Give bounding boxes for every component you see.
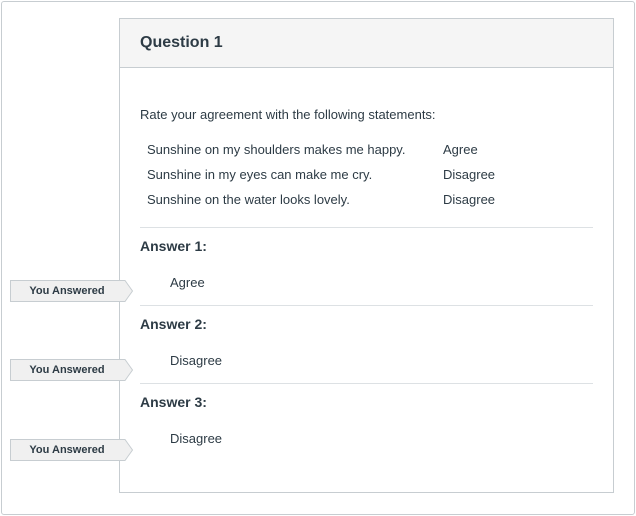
question-title: Question 1 xyxy=(140,34,223,51)
statement-row: Sunshine in my eyes can make me cry. Dis… xyxy=(147,167,593,192)
statement-row: Sunshine on my shoulders makes me happy.… xyxy=(147,142,593,167)
answer-value: Agree xyxy=(170,275,205,290)
you-answered-badge: You Answered xyxy=(29,364,105,376)
answer-block-3: Answer 3: Disagree xyxy=(140,384,593,446)
statement-value: Disagree xyxy=(443,192,496,207)
answer-block-1: Answer 1: Agree xyxy=(140,228,593,290)
statement-value: Agree xyxy=(443,142,478,157)
statement-list: Sunshine on my shoulders makes me happy.… xyxy=(140,142,593,217)
question-prompt: Rate your agreement with the following s… xyxy=(140,107,436,122)
answer-value: Disagree xyxy=(170,353,223,368)
answer-title: Answer 2: xyxy=(140,316,207,332)
question-body: Rate your agreement with the following s… xyxy=(120,68,613,446)
you-answered-badge: You Answered xyxy=(29,285,105,297)
statement-text: Sunshine on the water looks lovely. xyxy=(147,192,350,207)
answer-title: Answer 1: xyxy=(140,238,207,254)
answer-value: Disagree xyxy=(170,431,223,446)
question-card: Question 1 Rate your agreement with the … xyxy=(119,18,614,493)
answer-title: Answer 3: xyxy=(140,394,207,410)
statement-value: Disagree xyxy=(443,167,496,182)
answer-block-2: Answer 2: Disagree xyxy=(140,306,593,368)
statement-text: Sunshine on my shoulders makes me happy. xyxy=(147,142,406,157)
statement-text: Sunshine in my eyes can make me cry. xyxy=(147,167,373,182)
question-header: Question 1 xyxy=(120,19,613,68)
you-answered-badge: You Answered xyxy=(29,444,105,456)
statement-row: Sunshine on the water looks lovely. Disa… xyxy=(147,192,593,217)
